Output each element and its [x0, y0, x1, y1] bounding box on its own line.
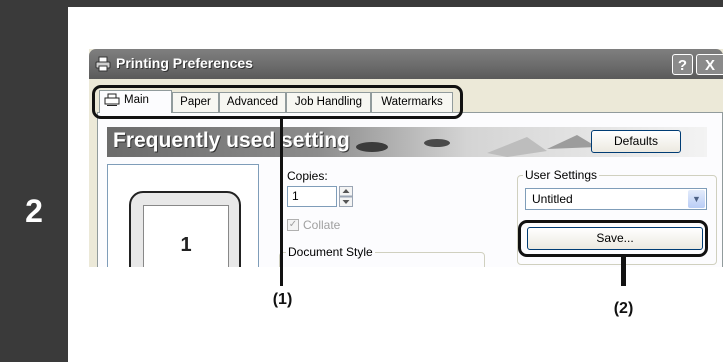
collate-checkbox[interactable]: ✓	[287, 219, 299, 231]
step-sidebar	[0, 0, 68, 362]
callout-2-label: (2)	[613, 300, 634, 317]
preview-page-sheet: 1	[143, 205, 229, 267]
document-style-label: Document Style	[286, 245, 375, 259]
user-settings-select[interactable]: Untitled ▼	[525, 188, 707, 210]
user-settings-label: User Settings	[523, 168, 600, 182]
callout-1-label: (1)	[272, 291, 293, 308]
dialog-titlebar: Printing Preferences ? X	[89, 49, 723, 79]
printer-icon	[95, 56, 111, 72]
copies-label: Copies:	[287, 169, 328, 183]
tab-main-label: Main	[124, 94, 149, 106]
copies-input[interactable]: 1	[287, 186, 337, 207]
chevron-down-icon[interactable]: ▼	[688, 190, 705, 208]
tab-main-icon	[104, 93, 120, 107]
user-settings-value: Untitled	[532, 192, 573, 206]
copies-spinner[interactable]	[339, 186, 353, 207]
save-highlight-box	[518, 220, 708, 257]
defaults-button[interactable]: Defaults	[591, 130, 681, 153]
banner-title: Frequently used setting	[113, 129, 350, 152]
callout-2-leader	[621, 257, 626, 286]
callout-1-leader	[280, 118, 283, 286]
preview-page-number: 1	[180, 234, 192, 256]
top-bar	[0, 0, 723, 7]
tab-main[interactable]: Main	[99, 90, 172, 113]
help-button[interactable]: ?	[672, 54, 693, 75]
close-button[interactable]: X	[696, 54, 723, 75]
step-number: 2	[25, 193, 43, 229]
collate-label: Collate	[303, 218, 341, 232]
dialog-title: Printing Preferences	[116, 55, 253, 71]
preview-page: 1	[129, 191, 241, 267]
